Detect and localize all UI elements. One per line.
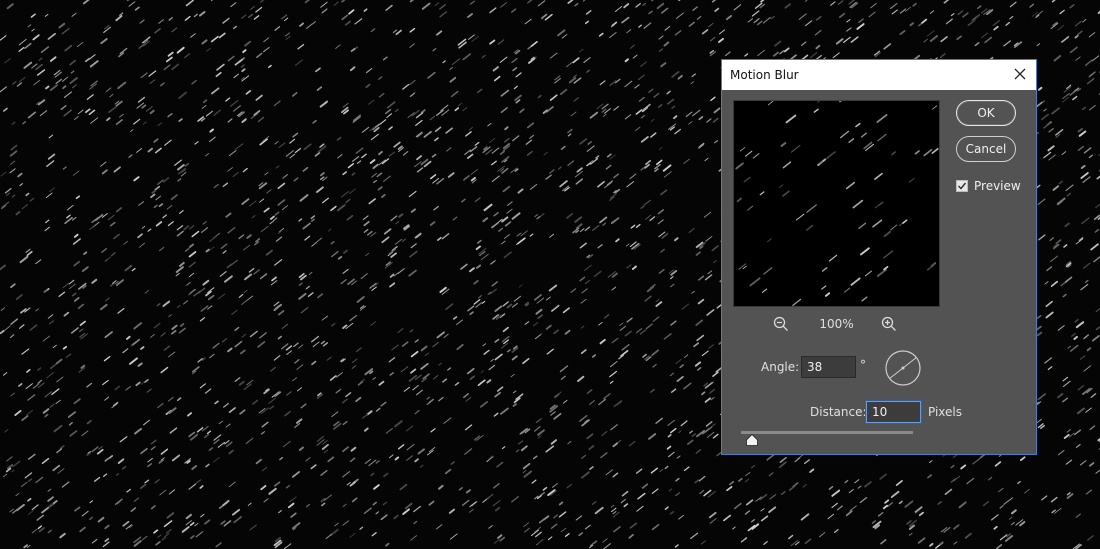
close-icon — [1014, 68, 1026, 80]
preview-image — [735, 101, 939, 306]
dialog-titlebar[interactable]: Motion Blur — [722, 60, 1036, 90]
angle-wheel-icon[interactable] — [884, 349, 922, 387]
distance-slider[interactable] — [741, 431, 913, 434]
ok-button[interactable]: OK — [956, 100, 1016, 126]
checkbox-box[interactable] — [956, 180, 968, 192]
zoom-in-icon[interactable] — [881, 316, 897, 332]
distance-unit: Pixels — [928, 405, 963, 419]
slider-thumb-icon[interactable] — [746, 434, 759, 446]
close-button[interactable] — [1004, 60, 1036, 90]
preview-label: Preview — [974, 179, 1021, 193]
check-icon — [957, 182, 967, 190]
zoom-level: 100% — [819, 317, 854, 331]
motion-blur-dialog: Motion Blur 100% OK Cancel Preview Angle… — [721, 59, 1037, 455]
cancel-button[interactable]: Cancel — [956, 136, 1016, 162]
angle-input[interactable]: 38 — [801, 356, 856, 378]
distance-input[interactable]: 10 — [866, 401, 921, 423]
angle-unit: ° — [860, 358, 866, 372]
angle-label: Angle: — [761, 360, 800, 374]
dialog-title: Motion Blur — [730, 68, 799, 82]
distance-label: Distance: — [810, 405, 867, 419]
filter-preview[interactable] — [733, 100, 940, 307]
zoom-controls: 100% — [733, 315, 940, 333]
